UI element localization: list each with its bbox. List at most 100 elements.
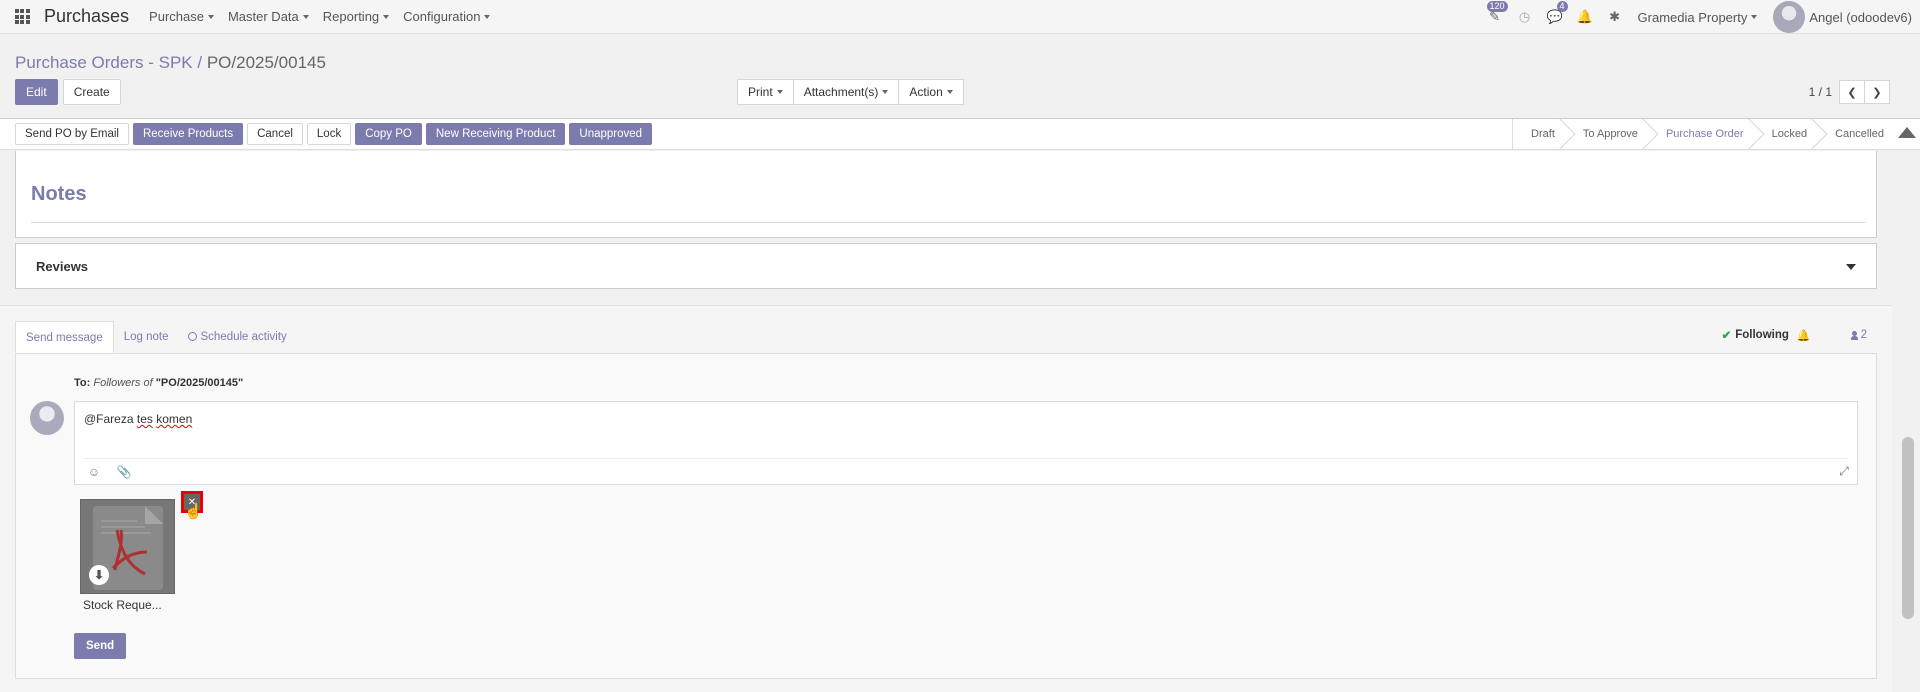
to-label: To: — [74, 377, 91, 389]
menu-purchase[interactable]: Purchase — [149, 9, 214, 24]
clock-icon[interactable]: ◷ — [1510, 0, 1540, 34]
person-icon — [1850, 330, 1858, 340]
menu-master-data[interactable]: Master Data — [228, 9, 309, 24]
emoji-icon[interactable]: ☺ — [83, 461, 105, 483]
message-textarea[interactable]: @Fareza tes komen ☺ 📎 ⤢ — [74, 401, 1858, 485]
composer-toolbar: ☺ 📎 — [83, 458, 1849, 484]
message-composer: To: Followers of "PO/2025/00145" @Fareza… — [15, 353, 1877, 679]
breadcrumb: Purchase Orders - SPK / PO/2025/00145 — [15, 53, 326, 73]
breadcrumb-separator: / — [197, 53, 203, 72]
check-icon: ✔ — [1721, 330, 1732, 342]
subscription-bell-icon[interactable]: 🔔 — [1797, 329, 1811, 342]
menu-purchase-label: Purchase — [149, 9, 204, 24]
create-button[interactable]: Create — [62, 79, 121, 105]
form-sheet: Notes — [15, 151, 1877, 238]
edit-button[interactable]: Edit — [15, 79, 58, 105]
form-buttons: Edit Create — [15, 79, 121, 105]
bell-icon[interactable]: 🔔 — [1570, 0, 1600, 34]
scrollbar-thumb[interactable] — [1902, 437, 1914, 619]
follow-area: ✔ Following 🔔 2 — [1722, 328, 1867, 342]
schedule-activity-tab[interactable]: Schedule activity — [178, 321, 296, 353]
reviews-toggle-icon[interactable] — [1846, 264, 1856, 270]
log-note-tab[interactable]: Log note — [114, 321, 179, 353]
form-sheet-area: Notes Reviews — [0, 151, 1892, 305]
pager-next-icon[interactable]: ❯ — [1864, 80, 1890, 104]
following-button[interactable]: ✔ Following 🔔 — [1722, 328, 1811, 342]
stage-cancelled[interactable]: Cancelled — [1817, 119, 1894, 149]
stage-locked[interactable]: Locked — [1754, 119, 1817, 149]
record-reference: "PO/2025/00145" — [155, 377, 244, 389]
caret-icon — [882, 90, 889, 94]
lock-button[interactable]: Lock — [306, 123, 352, 145]
reviews-section[interactable]: Reviews — [15, 243, 1877, 289]
user-name[interactable]: Angel (odoodev6) — [1809, 10, 1912, 25]
caret-icon — [484, 14, 491, 19]
menu-reporting-label: Reporting — [322, 9, 380, 24]
stage-purchase-order[interactable]: Purchase Order — [1648, 119, 1754, 149]
sidebar-dropdowns: Print Attachment(s) Action — [737, 79, 964, 105]
message-word-komen: komen — [156, 412, 193, 426]
menu-reporting[interactable]: Reporting — [322, 9, 390, 24]
apps-menu-icon[interactable] — [0, 0, 44, 34]
send-message-tab[interactable]: Send message — [15, 321, 114, 353]
attachment-thumbnail[interactable]: ⬇ — [80, 499, 175, 594]
collapse-up-icon[interactable] — [1898, 127, 1916, 138]
messages-icon[interactable]: 💬 4 — [1540, 0, 1570, 34]
receive-products-button[interactable]: Receive Products — [132, 123, 244, 145]
reviews-title: Reviews — [36, 259, 89, 274]
pager: 1 / 1 ❮ ❯ — [1809, 80, 1890, 104]
attachment-name[interactable]: Stock Reque... — [83, 598, 162, 612]
composer-avatar — [30, 401, 64, 435]
chatter: Send message Log note Schedule activity … — [0, 305, 1892, 692]
caret-icon — [302, 14, 309, 19]
caret-icon — [1751, 15, 1758, 19]
debug-bug-icon[interactable]: ✱ — [1600, 0, 1630, 34]
menu-configuration-label: Configuration — [403, 9, 481, 24]
followers-of-label: Followers of — [93, 377, 153, 389]
paperclip-icon[interactable]: 📎 — [113, 461, 135, 483]
chatter-tabs: Send message Log note Schedule activity — [15, 321, 297, 353]
attachments-dropdown[interactable]: Attachment(s) — [792, 79, 900, 105]
app-title: Purchases — [44, 6, 130, 26]
message-mention: @Fareza — [84, 412, 137, 426]
pager-value[interactable]: 1 / 1 — [1809, 85, 1832, 99]
unapproved-button[interactable]: Unapproved — [569, 123, 653, 145]
send-button[interactable]: Send — [74, 633, 127, 659]
stage-to-approve[interactable]: To Approve — [1565, 119, 1648, 149]
action-label: Action — [909, 85, 943, 99]
breadcrumb-parent[interactable]: Purchase Orders - SPK — [15, 53, 193, 72]
caret-icon — [207, 14, 214, 19]
form-statusbar: Send PO by Email Receive Products Cancel… — [0, 118, 1920, 150]
schedule-activity-label: Schedule activity — [200, 331, 287, 343]
user-avatar[interactable] — [1773, 1, 1806, 33]
top-navbar: Purchases Purchase Master Data Reporting… — [0, 0, 1920, 34]
menu-master-data-label: Master Data — [227, 9, 299, 24]
notes-title: Notes — [31, 183, 87, 205]
caret-icon — [383, 14, 390, 19]
message-text[interactable]: @Fareza tes komen — [84, 412, 192, 426]
activity-badge: 120 — [1486, 1, 1508, 12]
followers-button[interactable]: 2 — [1850, 329, 1867, 341]
cancel-button[interactable]: Cancel — [247, 123, 303, 145]
copy-po-button[interactable]: Copy PO — [355, 123, 422, 145]
status-buttons: Send PO by Email Receive Products Cancel… — [15, 123, 653, 145]
followers-count: 2 — [1860, 329, 1867, 341]
menu-configuration[interactable]: Configuration — [403, 9, 491, 24]
navbar-systray: ✎ 120 ◷ 💬 4 🔔 ✱ Gramedia Property Angel (o… — [1480, 0, 1912, 34]
company-switcher[interactable]: Gramedia Property — [1638, 10, 1758, 25]
action-dropdown[interactable]: Action — [898, 79, 964, 105]
activity-edit-icon[interactable]: ✎ 120 — [1480, 0, 1510, 34]
clock-icon — [188, 332, 198, 341]
print-label: Print — [748, 85, 773, 99]
message-badge: 4 — [1556, 1, 1568, 12]
hand-cursor-icon: ☝ — [184, 503, 203, 520]
expand-icon[interactable]: ⤢ — [1833, 460, 1855, 482]
pager-previous-icon[interactable]: ❮ — [1839, 80, 1865, 104]
stage-draft[interactable]: Draft — [1513, 119, 1565, 149]
print-dropdown[interactable]: Print — [737, 79, 794, 105]
company-name: Gramedia Property — [1637, 9, 1748, 25]
download-icon[interactable]: ⬇ — [89, 565, 109, 585]
send-po-email-button[interactable]: Send PO by Email — [15, 123, 129, 145]
new-receiving-product-button[interactable]: New Receiving Product — [425, 123, 566, 145]
breadcrumb-current: PO/2025/00145 — [206, 53, 326, 72]
